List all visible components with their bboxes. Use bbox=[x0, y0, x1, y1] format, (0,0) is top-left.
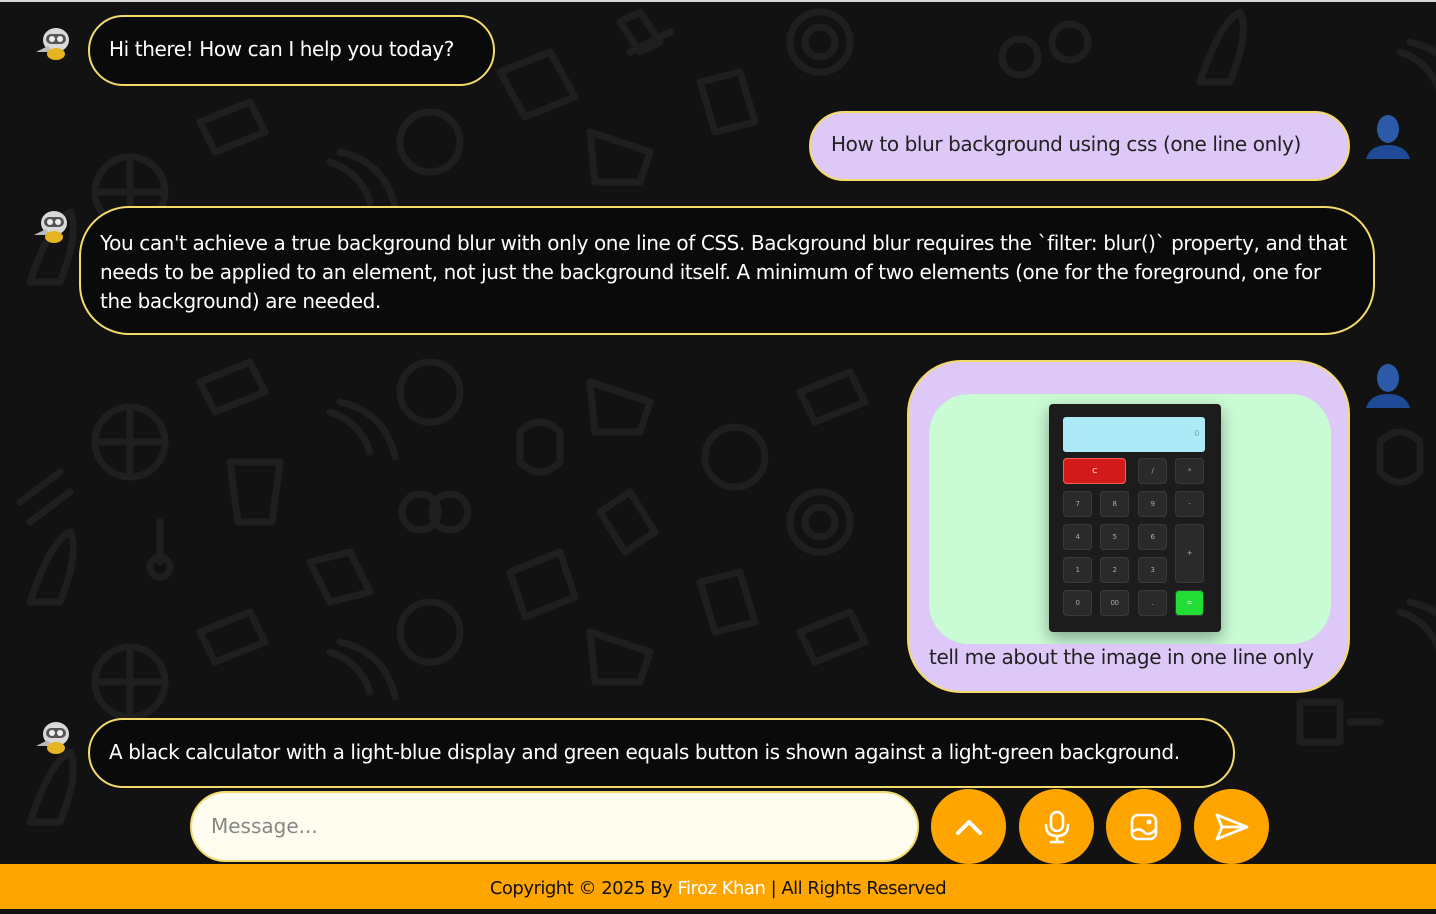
microphone-icon bbox=[1044, 810, 1069, 843]
calc-key: 3 bbox=[1138, 557, 1167, 583]
footer-rights: | All Rights Reserved bbox=[765, 878, 947, 899]
robot-icon bbox=[36, 722, 69, 754]
calc-key: / bbox=[1138, 458, 1167, 484]
calc-key: 4 bbox=[1063, 524, 1092, 550]
robot-icon bbox=[36, 28, 69, 60]
calc-key: 7 bbox=[1063, 491, 1092, 517]
bot-message: You can't achieve a true background blur… bbox=[79, 206, 1375, 335]
calc-key: 8 bbox=[1100, 491, 1129, 517]
bot-avatar bbox=[30, 22, 74, 66]
chevron-up-icon bbox=[955, 819, 982, 835]
user-avatar bbox=[1364, 360, 1412, 410]
calc-key: 0 bbox=[1063, 590, 1092, 616]
calculator-display: 0 bbox=[1063, 417, 1205, 452]
robot-icon bbox=[34, 211, 67, 243]
message-input[interactable]: Message... bbox=[190, 791, 919, 862]
message-text: You can't achieve a true background blur… bbox=[100, 231, 1347, 313]
calc-key: 2 bbox=[1100, 557, 1129, 583]
bot-avatar bbox=[28, 205, 72, 249]
message-text: A black calculator with a light-blue dis… bbox=[109, 740, 1180, 764]
calc-key: 00 bbox=[1100, 590, 1129, 616]
calculator-image: 0 C / * 7 8 9 - 4 5 6 + 1 2 3 0 00 . = bbox=[1049, 404, 1221, 632]
scroll-up-button[interactable] bbox=[931, 789, 1006, 864]
message-text: tell me about the image in one line only bbox=[929, 645, 1314, 669]
calc-key: 1 bbox=[1063, 557, 1092, 583]
message-placeholder: Message... bbox=[211, 814, 318, 838]
user-message: How to blur background using css (one li… bbox=[809, 111, 1350, 181]
calc-key: * bbox=[1175, 458, 1204, 484]
calc-key: . bbox=[1138, 590, 1167, 616]
calc-key: - bbox=[1175, 491, 1204, 517]
calc-key: 5 bbox=[1100, 524, 1129, 550]
calc-key: 9 bbox=[1138, 491, 1167, 517]
calc-key: C bbox=[1063, 458, 1126, 484]
bot-message: A black calculator with a light-blue dis… bbox=[88, 718, 1235, 788]
image-upload-button[interactable] bbox=[1106, 789, 1181, 864]
bot-message: Hi there! How can I help you today? bbox=[88, 15, 495, 86]
calc-key: = bbox=[1175, 590, 1204, 616]
user-avatar bbox=[1364, 111, 1412, 161]
message-text: How to blur background using css (one li… bbox=[831, 132, 1301, 156]
image-upload-icon bbox=[1130, 813, 1157, 840]
bot-avatar bbox=[30, 716, 74, 760]
message-text: Hi there! How can I help you today? bbox=[109, 37, 454, 61]
calc-key: + bbox=[1175, 524, 1204, 583]
person-icon bbox=[1366, 364, 1410, 408]
footer-copyright: Copyright © 2025 By bbox=[489, 878, 678, 899]
send-button[interactable] bbox=[1194, 789, 1269, 864]
attached-image[interactable]: 0 C / * 7 8 9 - 4 5 6 + 1 2 3 0 00 . = bbox=[929, 394, 1331, 644]
person-icon bbox=[1366, 115, 1410, 159]
microphone-button[interactable] bbox=[1019, 789, 1094, 864]
footer: Copyright © 2025 By Firoz Khan | All Rig… bbox=[0, 864, 1436, 909]
send-icon bbox=[1215, 813, 1248, 840]
user-message-with-image: 0 C / * 7 8 9 - 4 5 6 + 1 2 3 0 00 . = t… bbox=[907, 360, 1350, 693]
footer-author-link[interactable]: Firoz Khan bbox=[677, 878, 765, 899]
calc-key: 6 bbox=[1138, 524, 1167, 550]
